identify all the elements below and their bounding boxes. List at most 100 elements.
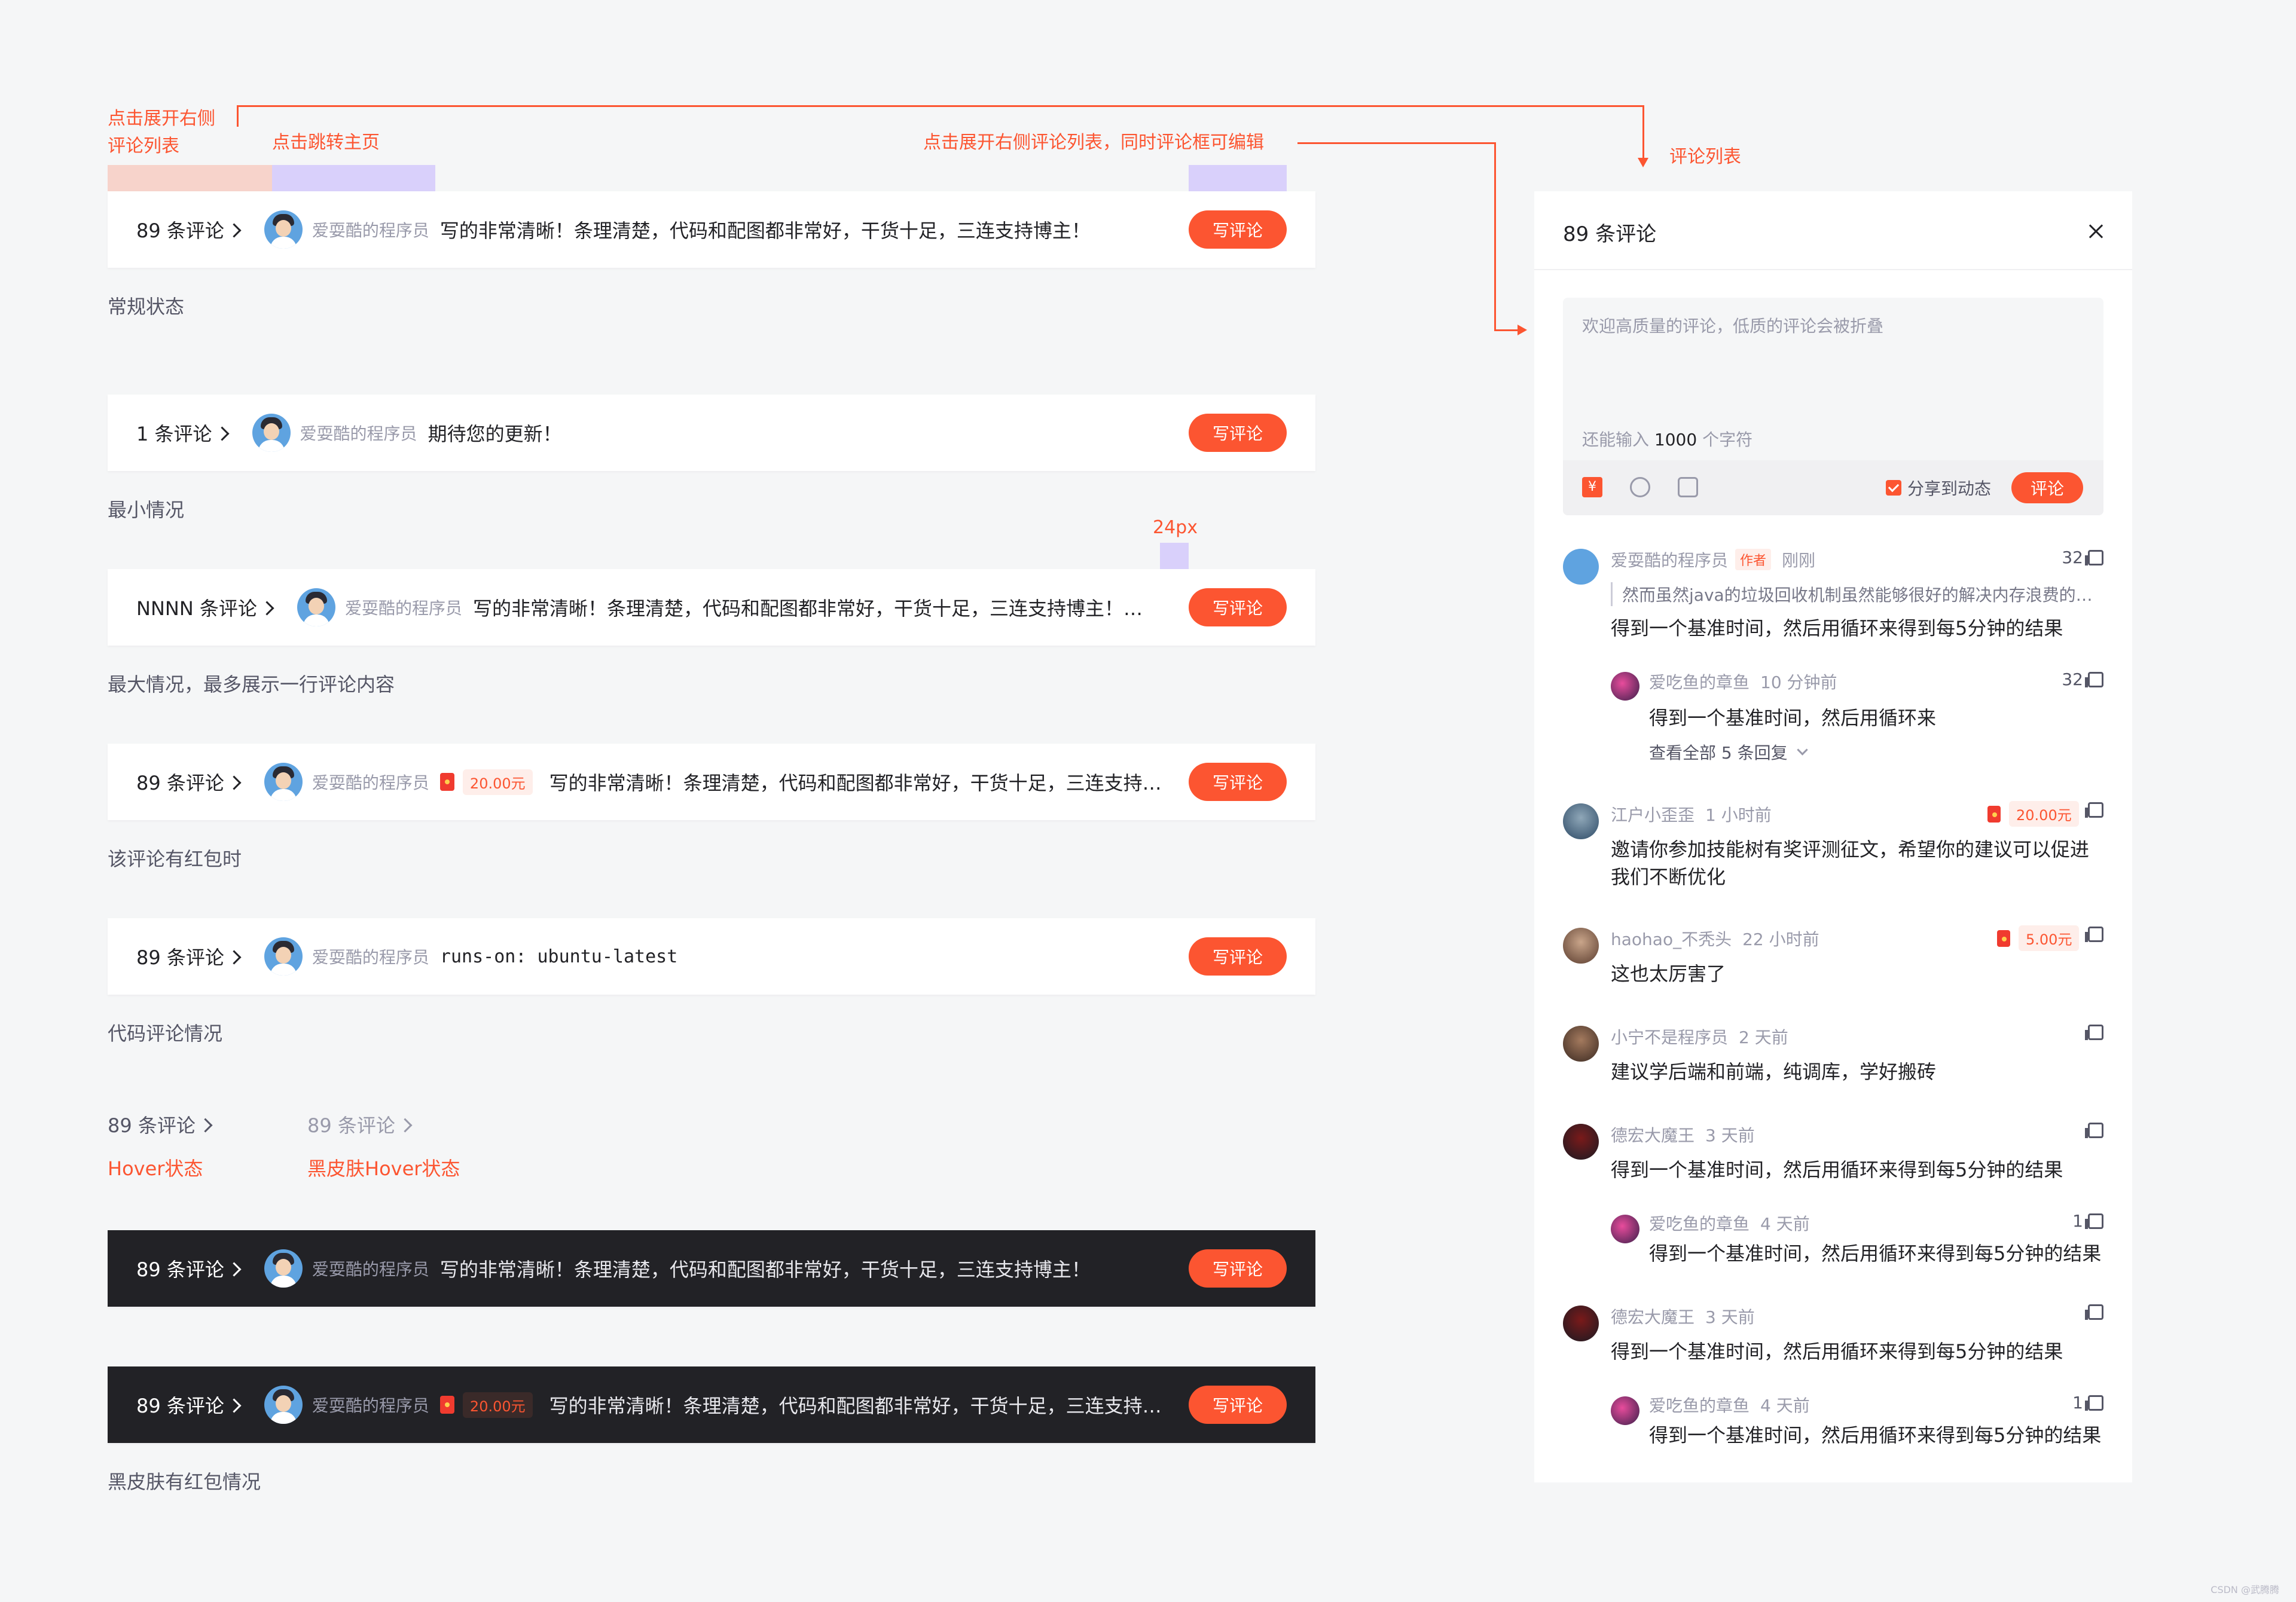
avatar[interactable] xyxy=(264,763,303,801)
avatar[interactable] xyxy=(264,210,303,249)
write-comment-button[interactable]: 写评论 xyxy=(1189,588,1287,626)
comment-preview[interactable]: 写的非常清晰！条理清楚，代码和配图都非常好，干货十足，三连支持博主！ xyxy=(549,1391,1165,1418)
username-link[interactable]: 爱耍酷的程序员 xyxy=(300,421,417,445)
submit-comment-button[interactable]: 评论 xyxy=(2011,472,2083,503)
like-button[interactable]: 1 xyxy=(2072,1393,2103,1413)
username-link[interactable]: 爱耍酷的程序员 xyxy=(1611,548,1728,571)
red-packet[interactable]: 20.00元 xyxy=(1987,801,2079,827)
avatar[interactable] xyxy=(1611,672,1639,701)
avatar[interactable] xyxy=(1563,928,1599,964)
write-comment-button[interactable]: 写评论 xyxy=(1189,763,1287,801)
comment-count-link[interactable]: 89 条评论 xyxy=(136,943,248,970)
avatar[interactable] xyxy=(1563,549,1599,585)
username-link[interactable]: 爱耍酷的程序员 xyxy=(312,770,429,794)
close-icon[interactable] xyxy=(2088,224,2103,239)
highlight-user-area xyxy=(272,165,435,191)
like-button[interactable]: 32 xyxy=(2062,669,2103,689)
thumb-up-icon xyxy=(2085,549,2103,565)
red-packet[interactable]: 20.00元 xyxy=(439,1392,533,1418)
emoji-icon[interactable] xyxy=(1630,477,1650,497)
username-link[interactable]: 爱吃鱼的章鱼 xyxy=(1649,1211,1750,1235)
username-link[interactable]: 德宏大魔王 xyxy=(1611,1304,1694,1328)
comment-meta: 爱吃鱼的章鱼 4 天前 xyxy=(1649,1211,1810,1235)
comment-count-hover[interactable]: 89 条评论 xyxy=(108,1111,219,1138)
like-button[interactable] xyxy=(2083,802,2103,818)
like-button[interactable] xyxy=(2083,1025,2103,1040)
avatar[interactable] xyxy=(1563,1026,1599,1062)
comment-time: 10 分钟前 xyxy=(1760,672,1837,692)
username-link[interactable]: 爱耍酷的程序员 xyxy=(345,595,462,619)
comment-text: 得到一个基准时间，然后用循环来 xyxy=(1649,707,1937,729)
write-comment-button[interactable]: 写评论 xyxy=(1189,210,1287,249)
write-comment-button[interactable]: 写评论 xyxy=(1189,414,1287,452)
avatar[interactable] xyxy=(1611,1396,1639,1425)
comment-count-text: 1 条评论 xyxy=(136,423,212,445)
comment-text: 建议学后端和前端，纯调库，学好搬砖 xyxy=(1611,1060,1937,1083)
comment-count-link[interactable]: 89 条评论 xyxy=(136,1255,248,1282)
comment-input-placeholder[interactable]: 欢迎高质量的评论，低质的评论会被折叠 xyxy=(1582,313,1883,337)
annotation-spacing: 24px xyxy=(1153,517,1198,538)
comment-count-link[interactable]: 89 条评论 xyxy=(136,768,248,796)
code-comment-preview[interactable]: runs-on: ubuntu-latest xyxy=(440,946,1165,967)
like-button[interactable]: 32 xyxy=(2062,548,2103,567)
code-icon[interactable] xyxy=(1678,477,1698,497)
comment-list-panel: 89 条评论 欢迎高质量的评论，低质的评论会被折叠 还能输入 1000 个字符 … xyxy=(1534,191,2132,1482)
avatar[interactable] xyxy=(264,1249,303,1288)
avatar[interactable] xyxy=(1563,1306,1599,1341)
write-comment-button[interactable]: 写评论 xyxy=(1189,937,1287,976)
remain-count: 1000 xyxy=(1654,430,1697,450)
arrow-down-icon xyxy=(1638,158,1648,167)
avatar[interactable] xyxy=(1563,1124,1599,1160)
share-to-feed-toggle[interactable]: 分享到动态 xyxy=(1886,476,1991,500)
red-packet[interactable]: 5.00元 xyxy=(1997,925,2080,951)
like-button[interactable] xyxy=(2083,927,2103,942)
avatar[interactable] xyxy=(264,937,303,976)
comment-count-text: 89 条评论 xyxy=(136,219,224,242)
comment-meta: 小宁不是程序员 2 天前 xyxy=(1611,1025,1788,1048)
comment-count-link[interactable]: NNNN 条评论 xyxy=(136,594,280,621)
avatar[interactable] xyxy=(297,588,335,626)
write-comment-button[interactable]: 写评论 xyxy=(1189,1386,1287,1424)
red-packet-icon[interactable]: ¥ xyxy=(1582,477,1602,497)
like-button[interactable] xyxy=(2083,1304,2103,1320)
comment-count-dark-hover[interactable]: 89 条评论 xyxy=(307,1111,419,1138)
username-link[interactable]: 爱耍酷的程序员 xyxy=(312,944,429,968)
username-link[interactable]: 江户小歪歪 xyxy=(1611,802,1694,826)
thumb-up-icon xyxy=(2085,927,2103,942)
username-link[interactable]: 爱耍酷的程序员 xyxy=(312,218,429,241)
comment-count-link[interactable]: 89 条评论 xyxy=(136,216,248,243)
username-link[interactable]: 小宁不是程序员 xyxy=(1611,1025,1728,1048)
view-all-replies-link[interactable]: 查看全部 5 条回复 xyxy=(1649,740,1808,764)
red-packet[interactable]: 20.00元 xyxy=(439,769,533,795)
comment-count-text: 89 条评论 xyxy=(136,946,224,969)
chevron-right-icon xyxy=(227,1261,242,1277)
checkbox-checked-icon[interactable] xyxy=(1886,480,1901,496)
avatar[interactable] xyxy=(264,1386,303,1424)
avatar[interactable] xyxy=(1563,803,1599,839)
username-link[interactable]: 德宏大魔王 xyxy=(1611,1123,1694,1147)
comment-time: 刚刚 xyxy=(1782,551,1816,570)
thumb-up-icon xyxy=(2085,1304,2103,1320)
comment-count-link[interactable]: 89 条评论 xyxy=(136,1391,248,1418)
divider xyxy=(1534,269,2132,270)
username-link[interactable]: 爱吃鱼的章鱼 xyxy=(1649,1393,1750,1417)
avatar[interactable] xyxy=(252,414,291,452)
comment-count-link[interactable]: 1 条评论 xyxy=(136,419,236,447)
comment-preview[interactable]: 期待您的更新！ xyxy=(428,419,1165,447)
like-button[interactable]: 1 xyxy=(2072,1211,2103,1231)
connector-line xyxy=(1297,142,1496,144)
comment-preview[interactable]: 写的非常清晰！条理清楚，代码和配图都非常好，干货十足，三连支持博主！ xyxy=(440,1255,1165,1282)
comment-text: 邀请你参加技能树有奖评测征文，希望你的建议可以促进我们不断优化 xyxy=(1611,838,2090,888)
comment-preview[interactable]: 写的非常清晰！条理清楚，代码和配图都非常好，干货十足，三连支持博主！ xyxy=(440,216,1165,243)
username-link[interactable]: haohao_不秃头 xyxy=(1611,927,1732,950)
comment-preview[interactable]: 写的非常清晰！条理清楚，代码和配图都非常好，干货十足，三连支持博主！期待您的更新… xyxy=(473,594,1160,621)
write-comment-button[interactable]: 写评论 xyxy=(1189,1249,1287,1288)
annotation-expand-edit: 点击展开右侧评论列表，同时评论框可编辑 xyxy=(923,132,1264,153)
like-button[interactable] xyxy=(2083,1123,2103,1138)
avatar[interactable] xyxy=(1611,1215,1639,1243)
comment-editor[interactable]: 欢迎高质量的评论，低质的评论会被折叠 还能输入 1000 个字符 ¥ 分享到动态… xyxy=(1563,298,2103,515)
username-link[interactable]: 爱耍酷的程序员 xyxy=(312,1256,429,1280)
username-link[interactable]: 爱耍酷的程序员 xyxy=(312,1393,429,1417)
username-link[interactable]: 爱吃鱼的章鱼 xyxy=(1649,669,1750,693)
comment-preview[interactable]: 写的非常清晰！条理清楚，代码和配图都非常好，干货十足，三连支持博主！ xyxy=(549,768,1165,796)
